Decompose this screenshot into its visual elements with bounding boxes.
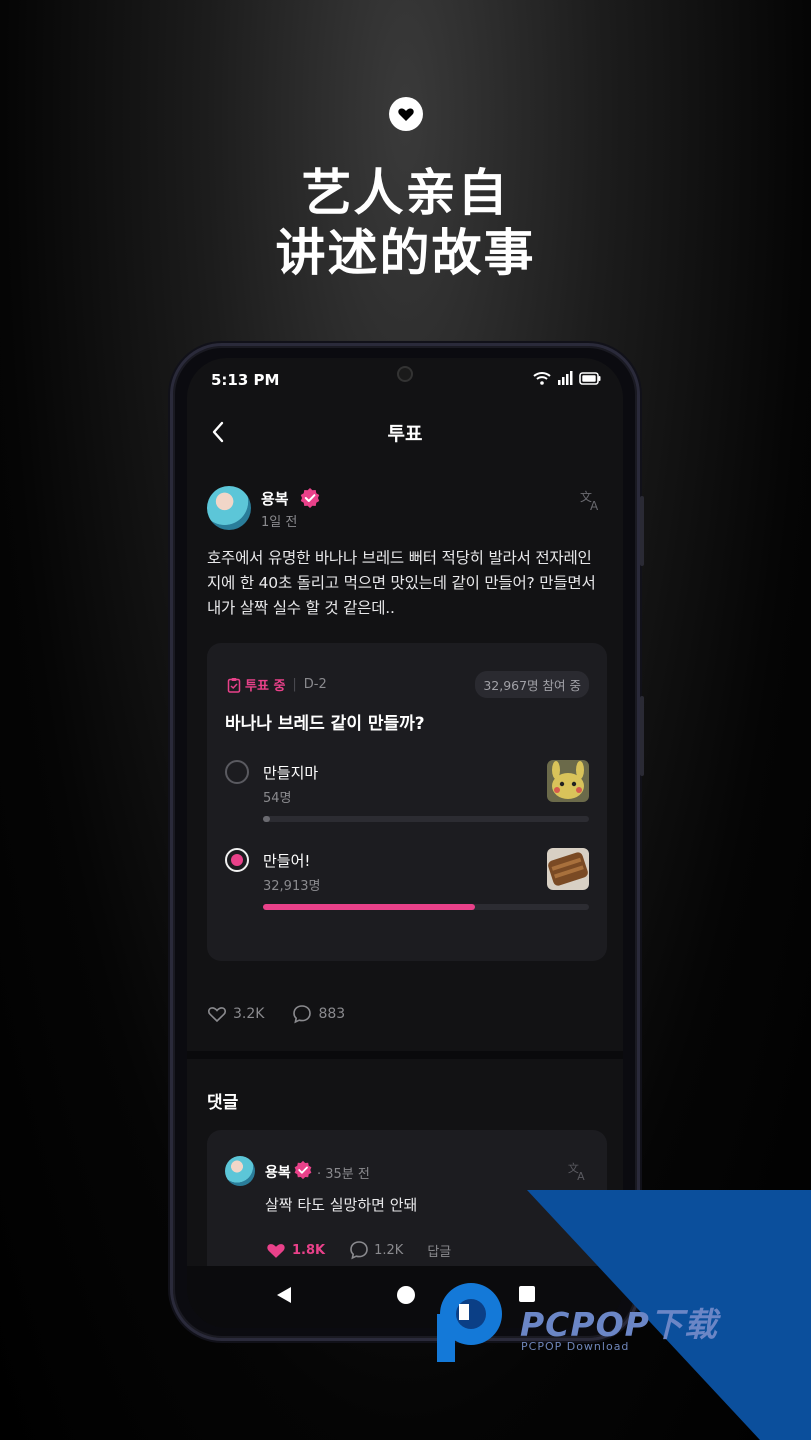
poll-question: 바나나 브레드 같이 만들까? bbox=[225, 714, 425, 734]
like-count: 3.2K bbox=[233, 1006, 265, 1022]
post-header: 용복 1일 전 文 A bbox=[207, 486, 603, 532]
wifi-icon bbox=[533, 372, 551, 385]
watermark-text: PCPOP下载 bbox=[520, 1305, 718, 1344]
clipboard-check-icon bbox=[227, 677, 241, 693]
signal-icon bbox=[558, 371, 573, 385]
poll-participants-badge: 32,967명 참여 중 bbox=[475, 671, 589, 698]
poll-option-count: 54명 bbox=[263, 791, 292, 806]
poll-status-label: 투표 중 bbox=[245, 679, 286, 694]
poll-separator: | bbox=[292, 677, 297, 692]
avatar[interactable] bbox=[225, 1156, 255, 1186]
poll-option-bar-fill bbox=[263, 816, 270, 822]
power-button bbox=[640, 696, 644, 776]
phone-frame: 5:13 PM 투표 용복 1일 전 文 A 호주에서 유명한 바나나 브레드 … bbox=[170, 343, 644, 1341]
comment-bubble-icon bbox=[350, 1241, 368, 1260]
poll-option-count: 32,913명 bbox=[263, 879, 321, 894]
watermark-subtext: PCPOP Download bbox=[521, 1340, 630, 1353]
page-title: 투표 bbox=[387, 423, 423, 445]
poll-dday: D-2 bbox=[303, 677, 327, 692]
comment-replies-button[interactable]: 1.2K bbox=[349, 1240, 403, 1260]
poll-status: 투표 중 | D-2 bbox=[227, 675, 327, 694]
verified-badge-icon bbox=[300, 488, 320, 508]
section-divider bbox=[187, 1051, 623, 1059]
avatar[interactable] bbox=[207, 486, 251, 530]
hero-title-line2: 讲述的故事 bbox=[275, 224, 536, 282]
comment-like-button[interactable]: 1.8K bbox=[265, 1241, 325, 1260]
hero-title-line1: 艺人亲自 bbox=[301, 164, 510, 222]
poll-option-bar-fill bbox=[263, 904, 475, 910]
poll-option-bar bbox=[263, 904, 589, 910]
comment-actions: 1.8K 1.2K 답글 bbox=[265, 1240, 451, 1260]
poll-option-label: 만들지마 bbox=[263, 764, 319, 782]
translate-icon[interactable]: 文 A bbox=[579, 488, 603, 512]
post-reactions: 3.2K 883 bbox=[207, 1004, 345, 1024]
comment-button[interactable]: 883 bbox=[292, 1004, 345, 1024]
comment-time: · 35분 전 bbox=[317, 1167, 370, 1182]
poll-option-radio[interactable] bbox=[225, 760, 249, 784]
verified-badge-icon bbox=[294, 1160, 312, 1180]
post-time: 1일 전 bbox=[261, 515, 298, 530]
comment-count: 883 bbox=[318, 1006, 346, 1022]
author-name[interactable]: 용복 bbox=[261, 488, 289, 509]
svg-text:A: A bbox=[577, 1170, 585, 1182]
poll-option-radio[interactable] bbox=[225, 848, 249, 872]
hero-title: 艺人亲自 讲述的故事 bbox=[0, 163, 811, 283]
comments-title: 댓글 bbox=[207, 1093, 239, 1113]
banana-bread-thumb bbox=[547, 848, 589, 890]
volume-button bbox=[640, 496, 644, 566]
pikachu-thumb bbox=[547, 760, 589, 802]
system-back-icon[interactable] bbox=[275, 1285, 293, 1305]
comment-text: 살짝 타도 실망하면 안돼 bbox=[265, 1196, 418, 1214]
like-button[interactable]: 3.2K bbox=[207, 1004, 264, 1024]
heart-chat-icon bbox=[389, 97, 423, 131]
heart-filled-icon bbox=[267, 1243, 285, 1258]
poll-option-2[interactable]: 만들어! 32,913명 bbox=[225, 848, 589, 928]
phone-screen: 5:13 PM 투표 용복 1일 전 文 A 호주에서 유명한 바나나 브레드 … bbox=[187, 358, 623, 1328]
comment-author[interactable]: 용복 bbox=[265, 1162, 291, 1182]
comment-bubble-icon bbox=[293, 1005, 312, 1024]
status-bar: 5:13 PM bbox=[187, 358, 623, 398]
comment-reply-count: 1.2K bbox=[374, 1242, 404, 1258]
system-home-icon[interactable] bbox=[397, 1286, 415, 1304]
poll-card: 투표 중 | D-2 32,967명 참여 중 바나나 브레드 같이 만들까? … bbox=[207, 643, 607, 961]
translate-icon[interactable]: 文 A bbox=[567, 1160, 589, 1182]
poll-option-1[interactable]: 만들지마 54명 bbox=[225, 760, 589, 840]
reply-button[interactable]: 답글 bbox=[427, 1241, 451, 1260]
heart-icon bbox=[208, 1007, 226, 1023]
battery-icon bbox=[579, 371, 601, 385]
status-icons bbox=[533, 371, 601, 385]
poll-option-bar bbox=[263, 816, 589, 822]
status-time: 5:13 PM bbox=[211, 371, 280, 389]
top-nav: 투표 bbox=[187, 414, 623, 450]
svg-text:A: A bbox=[590, 499, 599, 512]
post-body: 호주에서 유명한 바나나 브레드 뻐터 적당히 발라서 전자레인지에 한 40초… bbox=[207, 549, 596, 617]
comment-like-count: 1.8K bbox=[292, 1242, 326, 1258]
watermark-logo-icon bbox=[437, 1278, 517, 1362]
poll-option-label: 만들어! bbox=[263, 852, 311, 870]
